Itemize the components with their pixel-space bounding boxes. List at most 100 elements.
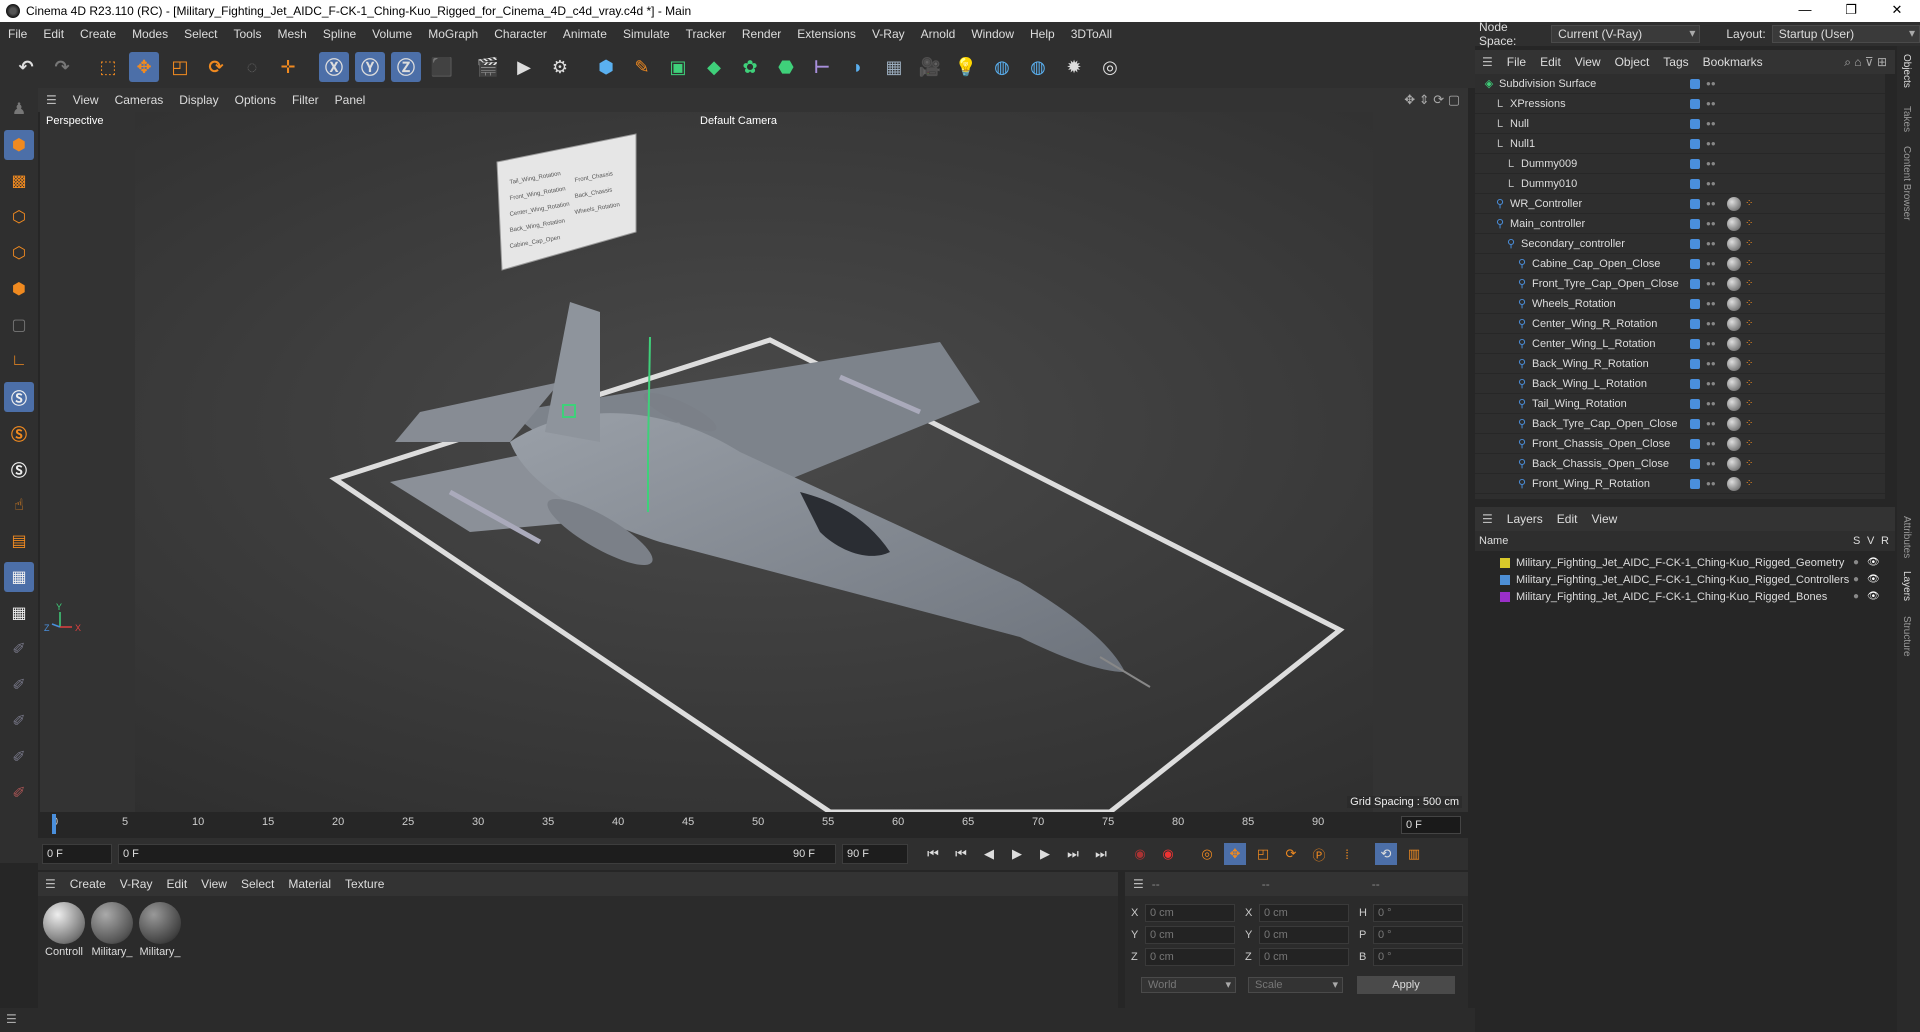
axis-mode-icon[interactable]: ∟ bbox=[4, 346, 34, 376]
tab-structure[interactable]: Structure bbox=[1901, 616, 1912, 657]
key-rotation-icon[interactable]: ⟳ bbox=[1280, 843, 1302, 865]
key-parameter-icon[interactable]: Ⓟ bbox=[1308, 843, 1330, 865]
tab-attributes[interactable]: Attributes bbox=[1901, 516, 1912, 558]
extrude-icon[interactable]: ◆ bbox=[699, 52, 729, 82]
visibility-dots-icon[interactable]: ●● bbox=[1706, 220, 1716, 228]
xpresso-tag-icon[interactable]: ⁘ bbox=[1745, 238, 1755, 250]
menu-mograph[interactable]: MoGraph bbox=[420, 22, 486, 46]
cube-icon[interactable]: ⬢ bbox=[591, 52, 621, 82]
xpresso-tag-icon[interactable]: ⁘ bbox=[1745, 198, 1755, 210]
menu-mesh[interactable]: Mesh bbox=[269, 22, 314, 46]
prev-key-icon[interactable]: ⏮ bbox=[950, 843, 972, 865]
material-tag-icon[interactable] bbox=[1727, 376, 1741, 391]
object-row[interactable]: L Null ●● bbox=[1475, 114, 1885, 134]
xpresso-tag-icon[interactable]: ⁘ bbox=[1745, 418, 1755, 430]
material-tag-icon[interactable] bbox=[1727, 316, 1741, 331]
object-mode-icon[interactable]: ⬢ bbox=[4, 130, 34, 160]
layer-row[interactable]: Military_Fighting_Jet_AIDC_F-CK-1_Ching-… bbox=[1475, 571, 1895, 588]
maximize-button[interactable]: ❐ bbox=[1828, 0, 1874, 22]
object-row[interactable]: ⚲ Back_Chassis_Open_Close ●● ⁘ bbox=[1475, 454, 1885, 474]
menu-spline[interactable]: Spline bbox=[315, 22, 364, 46]
visibility-dots-icon[interactable]: ●● bbox=[1706, 160, 1716, 168]
material-menu-material[interactable]: Material bbox=[281, 877, 338, 891]
eraser-icon[interactable]: ✐ bbox=[4, 778, 34, 808]
layer-color-checkbox[interactable] bbox=[1690, 178, 1700, 189]
menu-tracker[interactable]: Tracker bbox=[678, 22, 734, 46]
xpresso-tag-icon[interactable]: ⁘ bbox=[1745, 338, 1755, 350]
visibility-dots-icon[interactable]: ●● bbox=[1706, 460, 1716, 468]
layer-color-checkbox[interactable] bbox=[1690, 438, 1700, 449]
snap-icon[interactable]: Ⓢ bbox=[4, 382, 34, 412]
layer-color-checkbox[interactable] bbox=[1690, 158, 1700, 169]
visibility-dots-icon[interactable]: ●● bbox=[1706, 300, 1716, 308]
paint-icon[interactable]: ✐ bbox=[4, 634, 34, 664]
layer-color-checkbox[interactable] bbox=[1690, 78, 1700, 89]
xpresso-tag-icon[interactable]: ⁘ bbox=[1745, 218, 1755, 230]
edges-mode-icon[interactable]: ⬡ bbox=[4, 238, 34, 268]
layer-color-checkbox[interactable] bbox=[1690, 358, 1700, 369]
object-tree[interactable]: ◈ Subdivision Surface ●● L XPressions ●● L Null… bbox=[1475, 74, 1885, 499]
objects-menu-tags[interactable]: Tags bbox=[1656, 55, 1695, 69]
smooth-icon[interactable]: ✐ bbox=[4, 742, 34, 772]
object-row[interactable]: ⚲ Front_Tyre_Cap_Open_Close ●● ⁘ bbox=[1475, 274, 1885, 294]
objects-menu-edit[interactable]: Edit bbox=[1533, 55, 1568, 69]
visibility-dots-icon[interactable]: ●● bbox=[1706, 360, 1716, 368]
render-region-icon[interactable]: 🎬 bbox=[473, 52, 503, 82]
layer-color-checkbox[interactable] bbox=[1690, 478, 1700, 489]
visibility-dots-icon[interactable]: ●● bbox=[1706, 260, 1716, 268]
objects-menu-bookmarks[interactable]: Bookmarks bbox=[1696, 55, 1770, 69]
render-view-icon[interactable]: ▶ bbox=[509, 52, 539, 82]
tab-layers[interactable]: Layers bbox=[1901, 571, 1912, 601]
size-x-field[interactable]: 0 cm bbox=[1259, 904, 1349, 922]
object-row[interactable]: ⚲ Center_Wing_R_Rotation ●● ⁘ bbox=[1475, 314, 1885, 334]
light-icon[interactable]: 💡 bbox=[951, 52, 981, 82]
pen-icon[interactable]: ✎ bbox=[627, 52, 657, 82]
visibility-dots-icon[interactable]: ●● bbox=[1706, 120, 1716, 128]
frame-range-slider[interactable]: 0 F 90 F bbox=[118, 844, 836, 864]
objects-menu-object[interactable]: Object bbox=[1608, 55, 1657, 69]
menu-character[interactable]: Character bbox=[486, 22, 555, 46]
xpresso-tag-icon[interactable]: ⁘ bbox=[1745, 298, 1755, 310]
visibility-dots-icon[interactable]: ●● bbox=[1706, 100, 1716, 108]
layer-color-checkbox[interactable] bbox=[1690, 138, 1700, 149]
layers-menu-edit[interactable]: Edit bbox=[1550, 512, 1585, 526]
layers-menu-layers[interactable]: Layers bbox=[1500, 512, 1550, 526]
transform-icon[interactable]: ✛ bbox=[273, 52, 303, 82]
material-menu-create[interactable]: Create bbox=[63, 877, 113, 891]
close-button[interactable]: ✕ bbox=[1874, 0, 1920, 22]
material-menu-icon[interactable]: ☰ bbox=[38, 877, 63, 891]
keyframe-selection-icon[interactable]: ◎ bbox=[1196, 843, 1218, 865]
visibility-dots-icon[interactable]: ●● bbox=[1706, 140, 1716, 148]
layer-color-checkbox[interactable] bbox=[1690, 118, 1700, 129]
key-pla-icon[interactable]: ⁞ bbox=[1336, 843, 1358, 865]
viewport-menu-icon[interactable]: ☰ bbox=[38, 93, 65, 107]
material-tag-icon[interactable] bbox=[1727, 476, 1741, 491]
rotation-h-field[interactable]: 0 ° bbox=[1373, 904, 1463, 922]
coordinate-system-select[interactable]: World bbox=[1141, 977, 1236, 993]
z-axis-lock-icon[interactable]: Ⓩ bbox=[391, 52, 421, 82]
visibility-dots-icon[interactable]: ●● bbox=[1706, 380, 1716, 388]
playhead[interactable] bbox=[52, 814, 56, 834]
coordinate-system-icon[interactable]: ⬛ bbox=[427, 52, 457, 82]
end-frame-field[interactable]: 90 F bbox=[842, 844, 908, 864]
redo-icon[interactable]: ↷ bbox=[47, 52, 77, 82]
object-row[interactable]: L Dummy009 ●● bbox=[1475, 154, 1885, 174]
minimize-button[interactable]: — bbox=[1782, 0, 1828, 22]
object-row[interactable]: ⚲ Cabine_Cap_Open_Close ●● ⁘ bbox=[1475, 254, 1885, 274]
viewport-menu-view[interactable]: View bbox=[65, 93, 107, 107]
layer-color-checkbox[interactable] bbox=[1690, 278, 1700, 289]
position-z-field[interactable]: 0 cm bbox=[1145, 948, 1235, 966]
objects-menu-view[interactable]: View bbox=[1568, 55, 1608, 69]
menu-volume[interactable]: Volume bbox=[364, 22, 420, 46]
material-tag-icon[interactable] bbox=[1727, 416, 1741, 431]
camera-name[interactable]: Default Camera bbox=[700, 115, 777, 127]
xpresso-tag-icon[interactable]: ⁘ bbox=[1745, 458, 1755, 470]
xpresso-tag-icon[interactable]: ⁘ bbox=[1745, 438, 1755, 450]
quantize-icon[interactable]: Ⓢ bbox=[4, 454, 34, 484]
object-manager-search-icons[interactable]: ⌕ ⌂ ⊽ ⊞ bbox=[1844, 55, 1887, 70]
layer-color-checkbox[interactable] bbox=[1690, 458, 1700, 469]
layer-color-swatch[interactable] bbox=[1500, 574, 1510, 585]
menu-help[interactable]: Help bbox=[1022, 22, 1063, 46]
menu-create[interactable]: Create bbox=[72, 22, 124, 46]
viewport-menu-filter[interactable]: Filter bbox=[284, 93, 327, 107]
